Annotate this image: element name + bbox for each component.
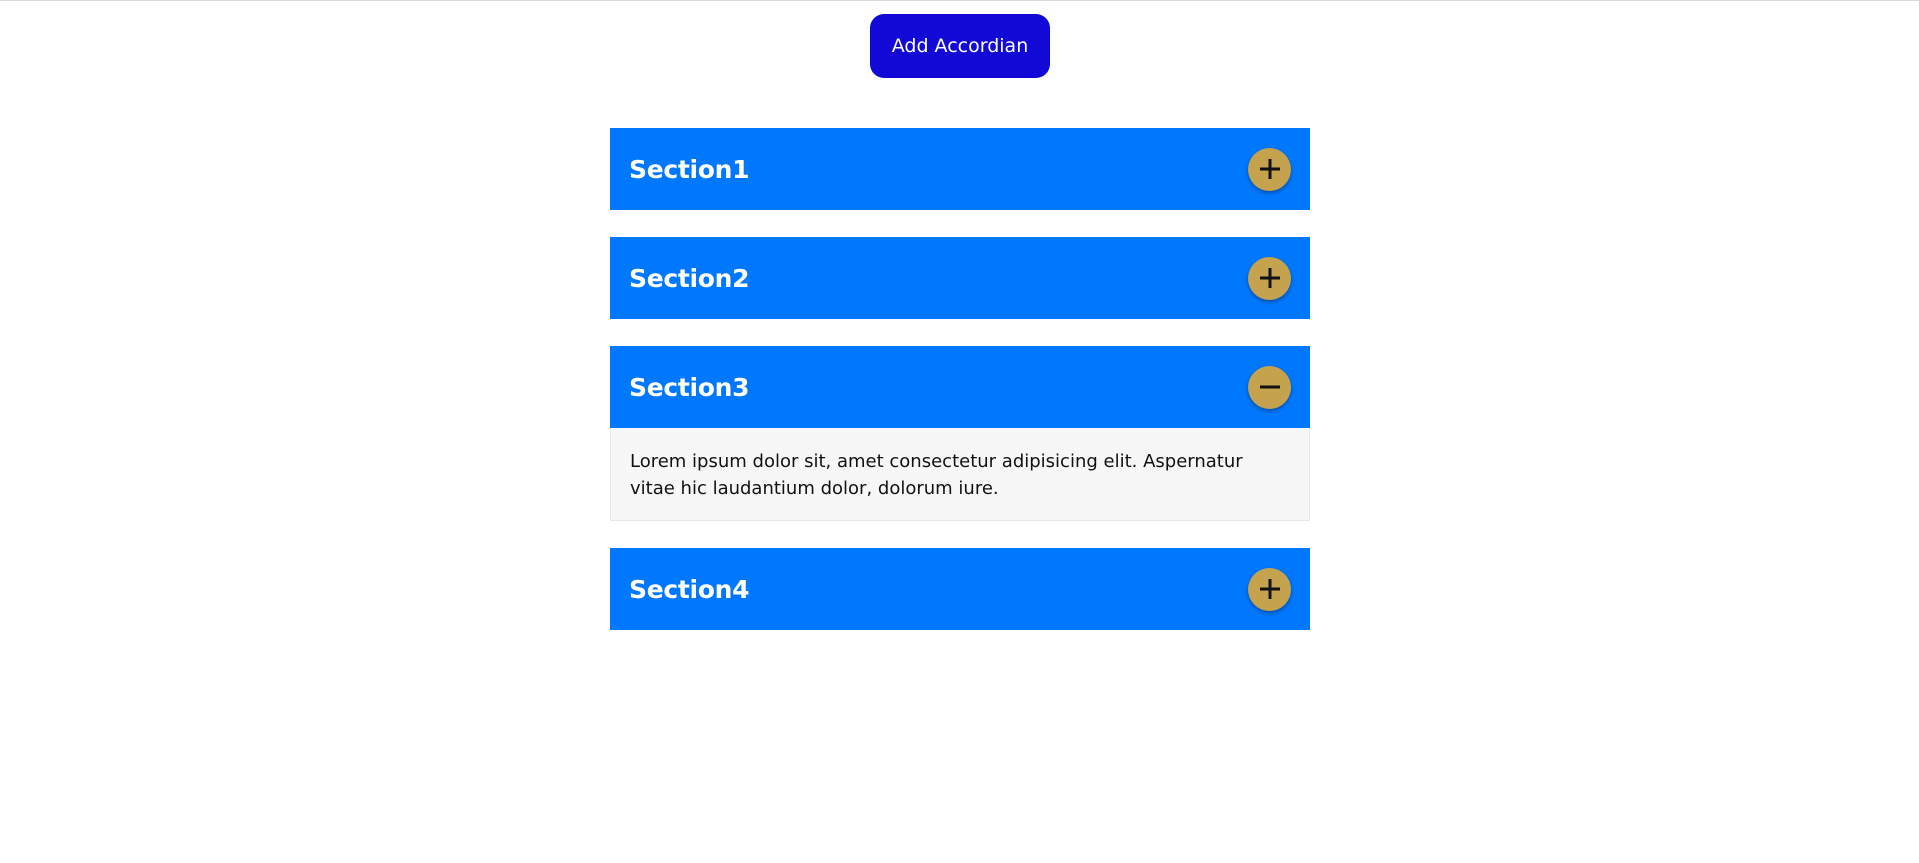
- accordion-body: Lorem ipsum dolor sit, amet consectetur …: [610, 428, 1310, 521]
- accordion-item: Section1: [610, 128, 1310, 210]
- accordion-header-section1[interactable]: Section1: [610, 128, 1310, 210]
- collapse-button[interactable]: [1248, 365, 1291, 409]
- minus-icon: [1259, 385, 1280, 389]
- accordion-title: Section2: [629, 263, 750, 293]
- accordion-item: Section3 Lorem ipsum dolor sit, amet con…: [610, 346, 1310, 521]
- expand-button[interactable]: [1248, 147, 1291, 191]
- accordion-header-section2[interactable]: Section2: [610, 237, 1310, 319]
- plus-icon: [1259, 579, 1280, 599]
- accordion-header-section4[interactable]: Section4: [610, 548, 1310, 630]
- top-divider: [0, 0, 1919, 1]
- expand-button[interactable]: [1248, 256, 1291, 300]
- expand-button[interactable]: [1248, 567, 1291, 611]
- add-accordion-button[interactable]: Add Accordian: [870, 14, 1050, 78]
- accordion-item: Section4: [610, 548, 1310, 630]
- plus-icon: [1259, 159, 1280, 179]
- plus-icon: [1259, 268, 1280, 288]
- accordion-title: Section1: [629, 154, 750, 184]
- accordion-list: Section1 Section2 Section3 Lorem ipsum d…: [610, 128, 1310, 657]
- accordion-item: Section2: [610, 237, 1310, 319]
- accordion-title: Section4: [629, 574, 750, 604]
- accordion-header-section3[interactable]: Section3: [610, 346, 1310, 428]
- accordion-title: Section3: [629, 372, 750, 402]
